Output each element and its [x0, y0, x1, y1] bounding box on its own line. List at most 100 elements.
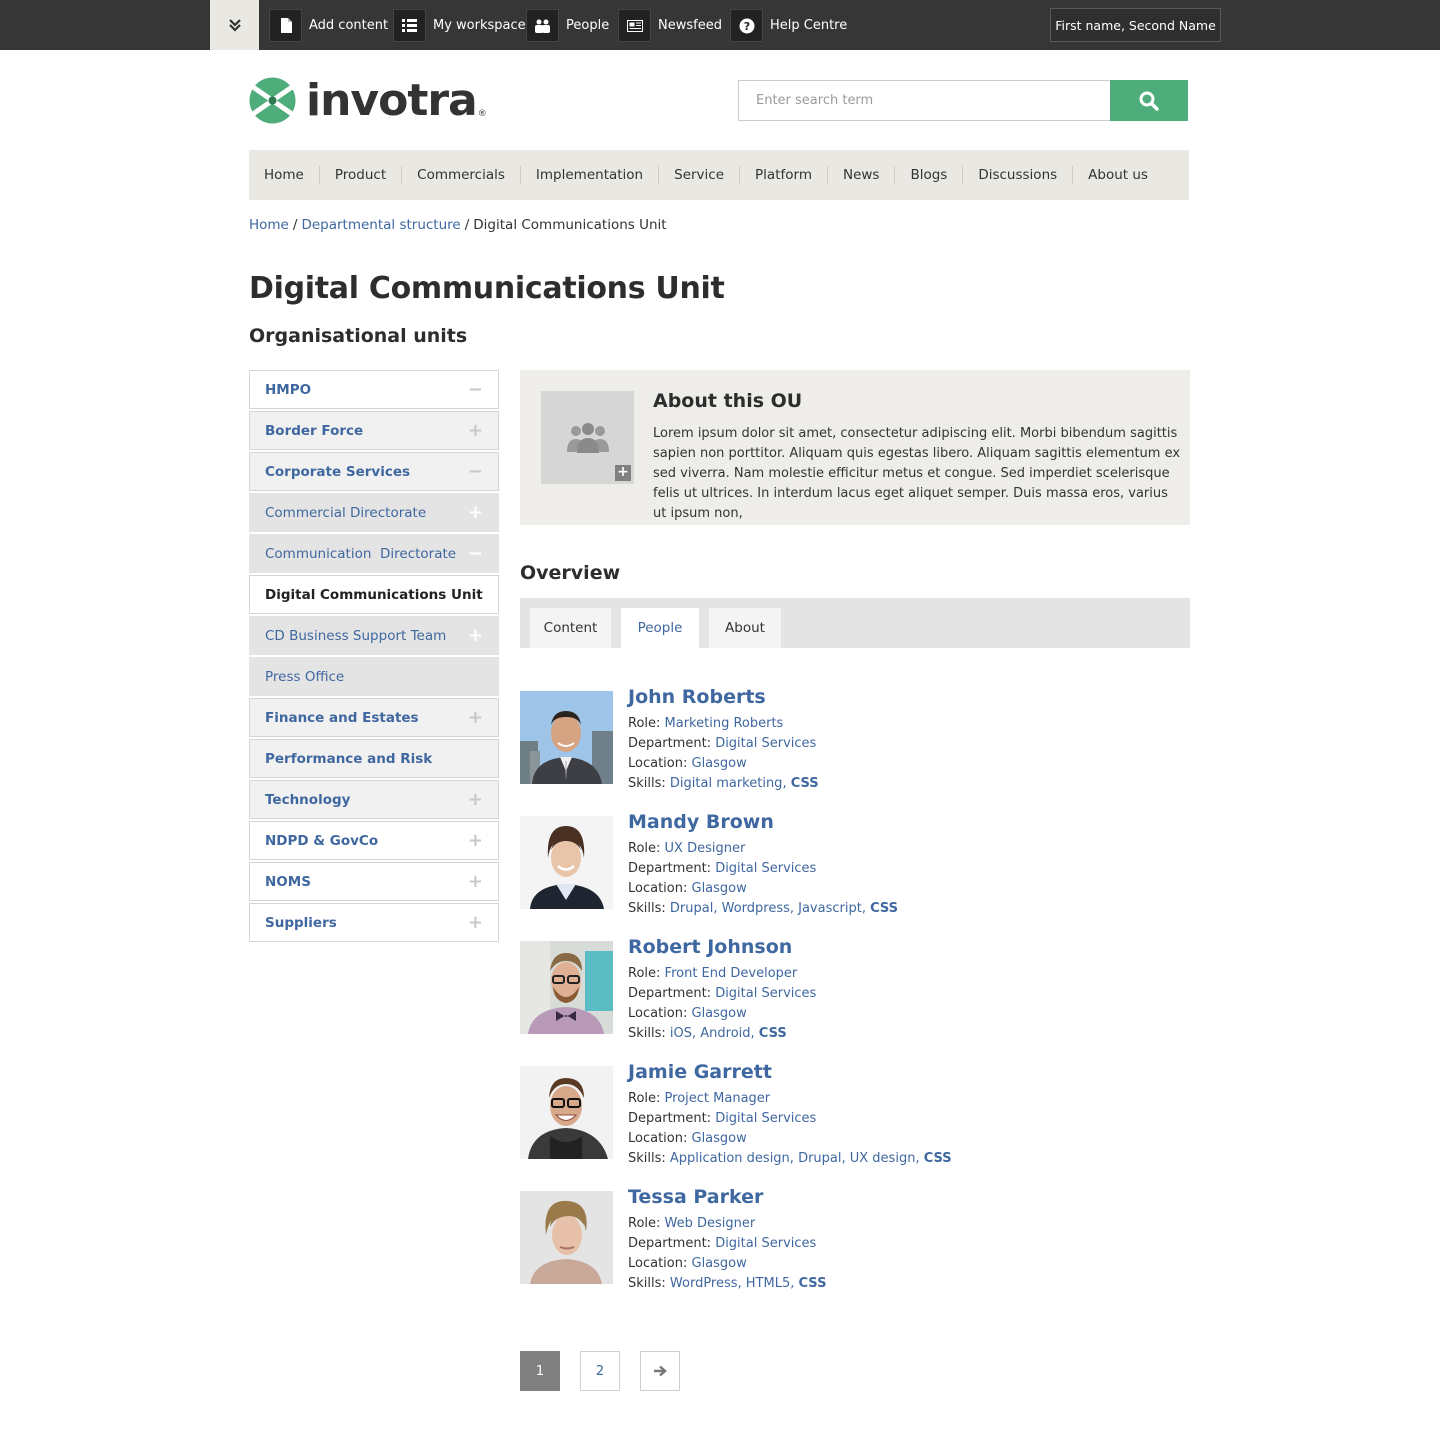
expand-icon[interactable]: +: [468, 831, 483, 850]
nav-item-home[interactable]: Home: [249, 166, 319, 184]
department-link[interactable]: Digital Services: [715, 1111, 816, 1126]
nav-item-service[interactable]: Service: [658, 166, 739, 184]
group-icon: [566, 422, 609, 453]
person-photo[interactable]: [520, 1191, 613, 1284]
help-icon: ?: [730, 9, 763, 42]
nav-item-implementation[interactable]: Implementation: [519, 166, 658, 184]
role-link[interactable]: Web Designer: [665, 1216, 756, 1231]
ou-item-communication-directorate[interactable]: Communication Directorate −: [249, 534, 499, 573]
skills-links[interactable]: Application design, Drupal, UX design,: [670, 1151, 924, 1166]
ou-item-hmpo[interactable]: HMPO −: [249, 370, 499, 409]
expand-icon[interactable]: +: [468, 421, 483, 440]
skill-css-link[interactable]: CSS: [924, 1151, 952, 1166]
nav-item-commercials[interactable]: Commercials: [401, 166, 520, 184]
department-link[interactable]: Digital Services: [715, 736, 816, 751]
nav-item-discussions[interactable]: Discussions: [962, 166, 1072, 184]
expand-icon[interactable]: +: [468, 872, 483, 891]
nav-item-blogs[interactable]: Blogs: [894, 166, 962, 184]
role-link[interactable]: Front End Developer: [665, 966, 798, 981]
person-name-link[interactable]: Jamie Garrett: [628, 1061, 772, 1083]
person-name-link[interactable]: Robert Johnson: [628, 936, 792, 958]
skills-links[interactable]: Digital marketing,: [670, 776, 791, 791]
skill-css-link[interactable]: CSS: [791, 776, 819, 791]
search-input[interactable]: [738, 80, 1111, 121]
person-photo[interactable]: [520, 816, 613, 909]
my-workspace-button[interactable]: My workspace: [393, 9, 526, 42]
ou-item-digital-communications-unit[interactable]: Digital Communications Unit: [249, 575, 499, 614]
pager-page-2[interactable]: 2: [580, 1351, 620, 1391]
nav-item-product[interactable]: Product: [318, 166, 401, 184]
pager-page-1[interactable]: 1: [520, 1351, 560, 1391]
breadcrumb-home-link[interactable]: Home: [249, 217, 289, 233]
location-link[interactable]: Glasgow: [692, 1131, 747, 1146]
department-link[interactable]: Digital Services: [715, 1236, 816, 1251]
ou-item-commercial-directorate[interactable]: Commercial Directorate +: [249, 493, 499, 532]
nav-item-news[interactable]: News: [826, 166, 894, 184]
breadcrumb-separator: /: [464, 217, 470, 233]
ou-item-noms[interactable]: NOMS +: [249, 862, 499, 901]
nav-item-about-us[interactable]: About us: [1072, 166, 1163, 184]
location-link[interactable]: Glasgow: [692, 1256, 747, 1271]
person-photo[interactable]: [520, 691, 613, 784]
nav-item-platform[interactable]: Platform: [739, 166, 827, 184]
pager-next-button[interactable]: [640, 1351, 680, 1391]
site-logo[interactable]: invotra ®: [249, 72, 499, 128]
department-label: Department:: [628, 736, 716, 751]
help-centre-button[interactable]: ? Help Centre: [730, 9, 847, 42]
user-menu-button[interactable]: First name, Second Name: [1050, 8, 1221, 42]
department-link[interactable]: Digital Services: [715, 986, 816, 1001]
add-image-icon[interactable]: +: [615, 465, 631, 481]
ou-item-ndpd-govco[interactable]: NDPD & GovCo +: [249, 821, 499, 860]
tab-content[interactable]: Content: [530, 608, 611, 648]
person-photo[interactable]: [520, 941, 613, 1034]
ou-item-press-office[interactable]: Press Office: [249, 657, 499, 696]
person-location: Location: Glasgow: [628, 1006, 747, 1021]
location-link[interactable]: Glasgow: [692, 1006, 747, 1021]
ou-item-suppliers[interactable]: Suppliers +: [249, 903, 499, 942]
ou-item-technology[interactable]: Technology +: [249, 780, 499, 819]
newsfeed-button[interactable]: Newsfeed: [618, 9, 722, 42]
person-name-link[interactable]: John Roberts: [628, 686, 766, 708]
newsfeed-label: Newsfeed: [658, 18, 722, 33]
add-content-button[interactable]: Add content: [269, 9, 388, 42]
toolbar-toggle-button[interactable]: [210, 0, 259, 50]
skill-css-link[interactable]: CSS: [759, 1026, 787, 1041]
ou-item-performance-and-risk[interactable]: Performance and Risk: [249, 739, 499, 778]
tab-about[interactable]: About: [709, 608, 781, 648]
expand-icon[interactable]: +: [468, 913, 483, 932]
skills-links[interactable]: Drupal, Wordpress, Javascript,: [670, 901, 870, 916]
people-button[interactable]: People: [526, 9, 609, 42]
breadcrumb-parent-link[interactable]: Departmental structure: [301, 217, 460, 233]
person-photo[interactable]: [520, 1066, 613, 1159]
ou-image-placeholder[interactable]: +: [541, 391, 634, 484]
person-name-link[interactable]: Mandy Brown: [628, 811, 774, 833]
ou-item-label: Finance and Estates: [265, 709, 419, 726]
search-button[interactable]: [1110, 80, 1188, 121]
role-label: Role:: [628, 841, 665, 856]
collapse-icon[interactable]: −: [468, 544, 483, 563]
expand-icon[interactable]: +: [468, 790, 483, 809]
role-link[interactable]: Project Manager: [665, 1091, 771, 1106]
ou-item-finance-and-estates[interactable]: Finance and Estates +: [249, 698, 499, 737]
skills-links[interactable]: iOS, Android,: [670, 1026, 759, 1041]
location-link[interactable]: Glasgow: [692, 756, 747, 771]
ou-item-cd-business-support-team[interactable]: CD Business Support Team +: [249, 616, 499, 655]
department-link[interactable]: Digital Services: [715, 861, 816, 876]
role-link[interactable]: UX Designer: [665, 841, 746, 856]
collapse-icon[interactable]: −: [468, 462, 483, 481]
expand-icon[interactable]: +: [468, 708, 483, 727]
skills-links[interactable]: WordPress, HTML5,: [670, 1276, 799, 1291]
person-name-link[interactable]: Tessa Parker: [628, 1186, 763, 1208]
expand-icon[interactable]: +: [468, 503, 483, 522]
tab-people[interactable]: People: [621, 608, 699, 648]
expand-icon[interactable]: +: [468, 626, 483, 645]
ou-item-border-force[interactable]: Border Force +: [249, 411, 499, 450]
skill-css-link[interactable]: CSS: [870, 901, 898, 916]
skill-css-link[interactable]: CSS: [799, 1276, 827, 1291]
newspaper-icon: [618, 9, 651, 42]
department-label: Department:: [628, 861, 716, 876]
role-link[interactable]: Marketing Roberts: [665, 716, 784, 731]
collapse-icon[interactable]: −: [468, 380, 483, 399]
location-link[interactable]: Glasgow: [692, 881, 747, 896]
ou-item-corporate-services[interactable]: Corporate Services −: [249, 452, 499, 491]
